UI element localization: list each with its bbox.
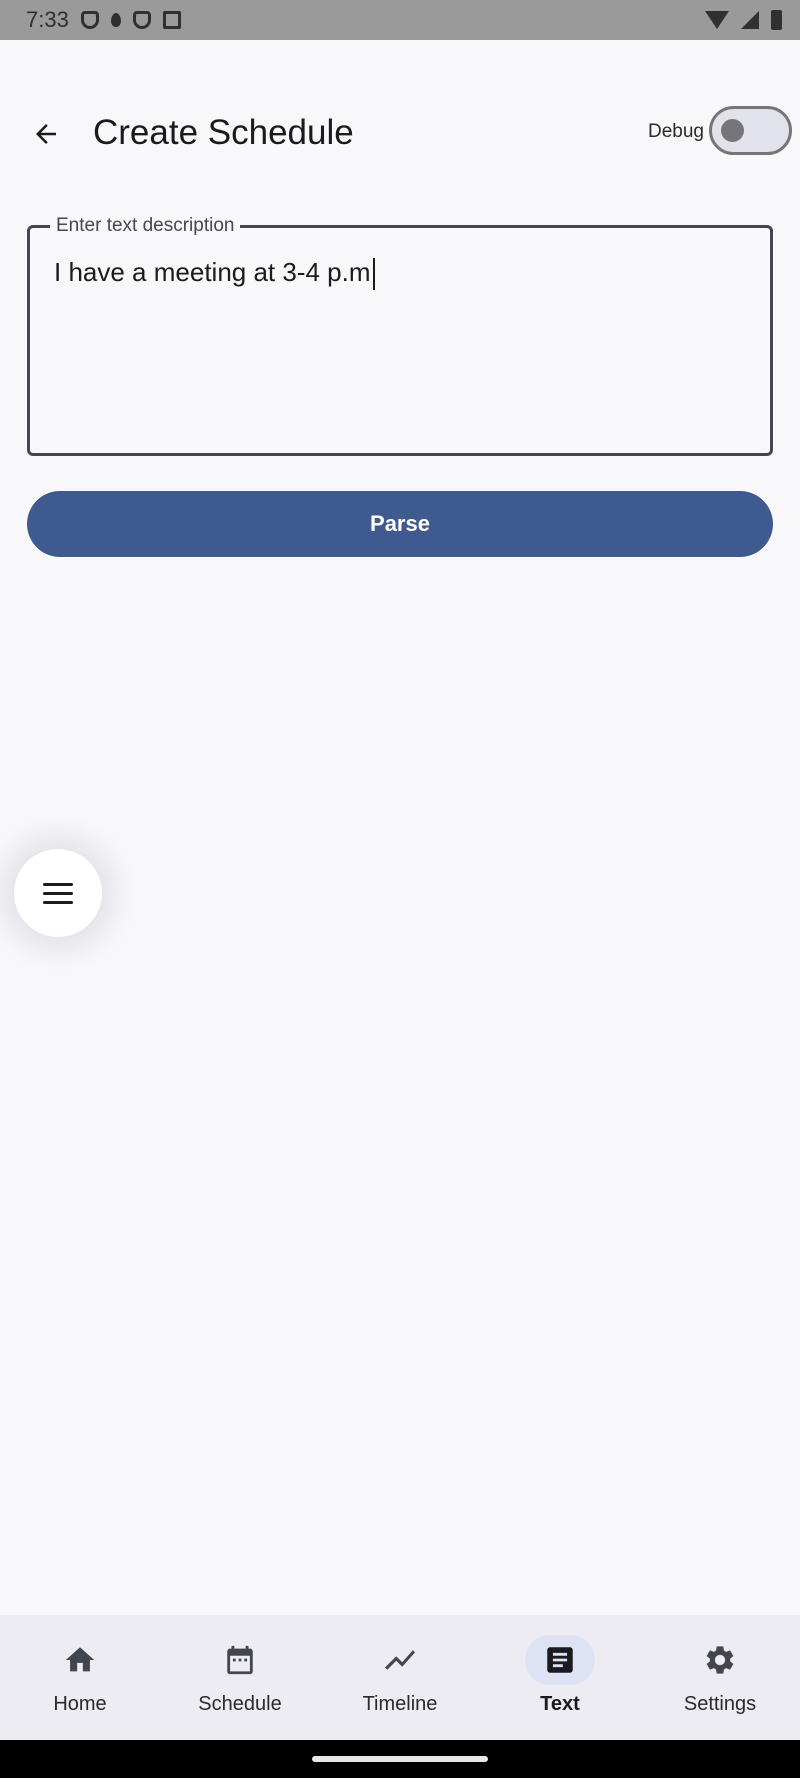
- gear-icon: [706, 1646, 734, 1674]
- battery-icon: [771, 10, 782, 30]
- nav-label-schedule: Schedule: [198, 1693, 282, 1715]
- page-title: Create Schedule: [93, 113, 354, 152]
- text-field-value[interactable]: I have a meeting at 3-4 p.m: [54, 254, 375, 291]
- document-icon: [547, 1647, 573, 1673]
- shield-icon: [132, 11, 151, 29]
- debug-toggle[interactable]: [709, 106, 792, 155]
- top-app-bar: Create Schedule Debug: [0, 90, 800, 170]
- nav-item-home[interactable]: Home: [0, 1615, 160, 1740]
- shield-icon: [80, 11, 99, 29]
- text-caret: [372, 258, 375, 291]
- nav-indicator: [685, 1635, 755, 1685]
- nav-item-timeline[interactable]: Timeline: [320, 1615, 480, 1740]
- nav-item-settings[interactable]: Settings: [640, 1615, 800, 1740]
- nav-label-timeline: Timeline: [362, 1693, 438, 1715]
- nav-label-text: Text: [540, 1693, 580, 1715]
- calendar-icon: [227, 1645, 253, 1675]
- gesture-handle[interactable]: [312, 1756, 488, 1762]
- nav-indicator: [205, 1635, 275, 1685]
- debug-toggle-thumb: [721, 119, 744, 142]
- system-gesture-area: [0, 1740, 800, 1778]
- status-bar: 7:33: [0, 0, 800, 40]
- nav-item-schedule[interactable]: Schedule: [160, 1615, 320, 1740]
- wifi-icon: [705, 11, 729, 29]
- parse-button[interactable]: Parse: [27, 491, 773, 557]
- debug-label: Debug: [648, 121, 704, 142]
- menu-fab[interactable]: [14, 849, 102, 937]
- text-field-label: Enter text description: [50, 214, 241, 238]
- status-time: 7:33: [26, 7, 69, 32]
- nav-label-settings: Settings: [683, 1693, 757, 1715]
- drop-icon: [110, 13, 121, 27]
- arrow-back-icon: [36, 124, 56, 144]
- nav-active-indicator: [525, 1635, 595, 1685]
- bottom-navigation: Home Schedule Timeline Text Settings: [0, 1615, 800, 1740]
- text-description-field[interactable]: Enter text description I have a meeting …: [27, 214, 773, 456]
- nav-item-text[interactable]: Text: [480, 1615, 640, 1740]
- screen: 7:33 Create Schedule Debug Enter text de…: [0, 0, 800, 1778]
- home-icon: [65, 1647, 95, 1672]
- nav-indicator: [45, 1635, 115, 1685]
- nav-indicator: [365, 1635, 435, 1685]
- status-right: [705, 10, 782, 30]
- text-field-text: I have a meeting at 3-4 p.m: [54, 257, 371, 287]
- nav-label-home: Home: [53, 1693, 107, 1715]
- menu-icon: [43, 882, 73, 904]
- signal-icon: [741, 11, 759, 29]
- status-left: 7:33: [26, 7, 181, 33]
- box-icon: [162, 11, 181, 29]
- back-button[interactable]: [22, 110, 70, 158]
- trend-icon: [385, 1650, 415, 1670]
